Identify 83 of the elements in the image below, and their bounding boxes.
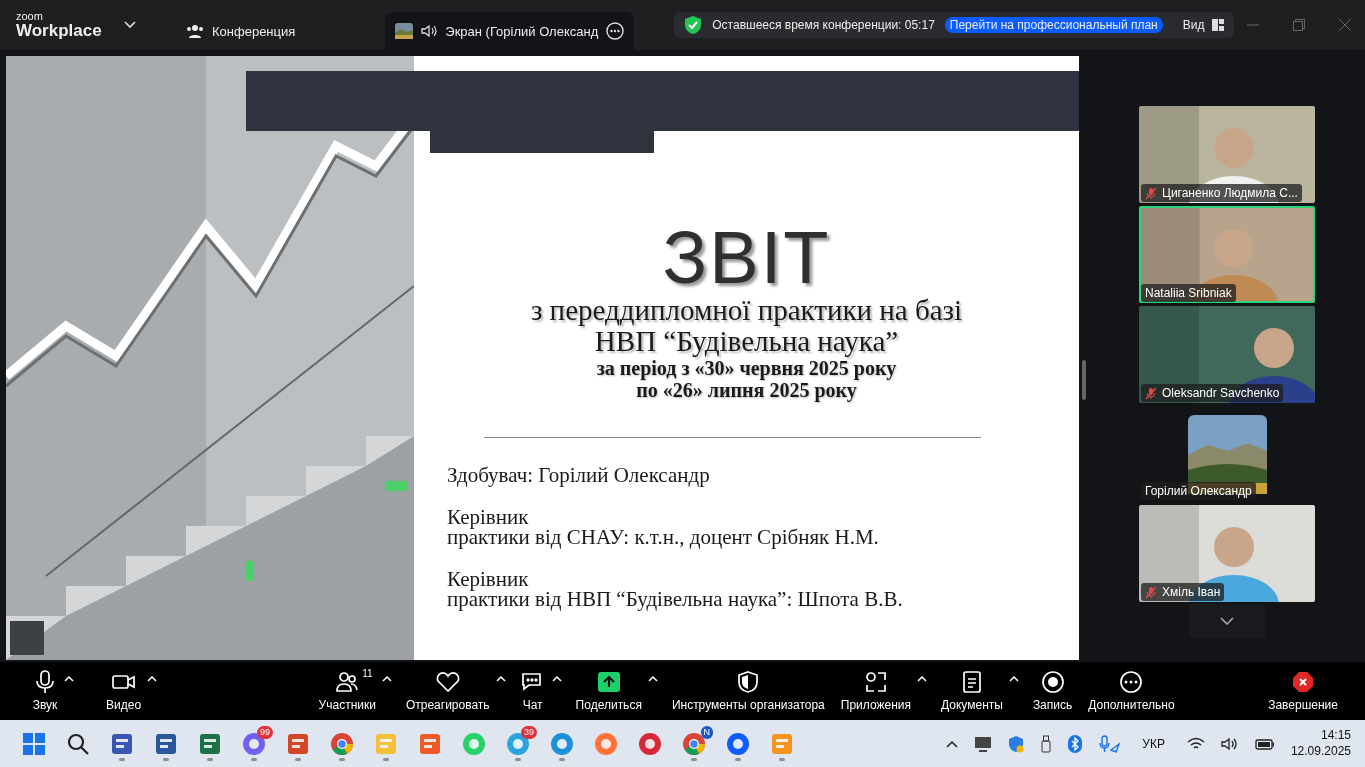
shield-check-icon bbox=[684, 15, 703, 35]
participant-count: 11 bbox=[362, 668, 373, 679]
participant-name: Oleksandr Savchenko bbox=[1162, 386, 1280, 400]
start-icon[interactable] bbox=[21, 731, 46, 756]
volume-icon[interactable] bbox=[1220, 736, 1239, 751]
zoom-logo: zoom Workplace bbox=[16, 11, 103, 39]
shield-icon[interactable] bbox=[1008, 734, 1025, 753]
chevron-down-icon bbox=[1220, 617, 1234, 625]
usb-icon[interactable] bbox=[1040, 734, 1053, 753]
caret-up-icon[interactable] bbox=[946, 739, 959, 748]
slide-subtitle: з переддипломної практики на базі bbox=[529, 295, 964, 326]
resize-handle[interactable] bbox=[1082, 360, 1086, 400]
app-icon[interactable] bbox=[285, 731, 310, 756]
caret-icon[interactable] bbox=[381, 676, 392, 682]
search-icon[interactable] bbox=[65, 731, 90, 756]
caret-icon[interactable] bbox=[495, 676, 506, 682]
slide-text: Керівник bbox=[447, 569, 530, 590]
notification-badge: 99 bbox=[257, 725, 273, 739]
toolbar-button[interactable]: Документы bbox=[939, 668, 1005, 714]
people-icon bbox=[186, 23, 204, 39]
people-icon bbox=[334, 670, 361, 694]
bluetooth-icon[interactable] bbox=[1068, 734, 1083, 753]
app-icon[interactable] bbox=[681, 731, 706, 756]
period-text: по «26» липня 2025 року bbox=[636, 379, 857, 402]
speaker-icon bbox=[421, 24, 438, 38]
more-icon[interactable] bbox=[606, 22, 625, 40]
toolbar-button[interactable]: 11 Участники bbox=[316, 668, 378, 714]
period-text: за період з «30» червня 2025 року bbox=[595, 357, 898, 380]
notification-badge: N bbox=[700, 725, 713, 739]
participant-name: Nataliia Sribniak bbox=[1145, 286, 1232, 300]
end-button[interactable]: Завершение bbox=[1266, 668, 1340, 714]
clock-time[interactable]: 14:15 bbox=[1320, 727, 1351, 744]
monitor-icon[interactable] bbox=[974, 735, 993, 752]
toolbar-button[interactable]: Приложения bbox=[838, 668, 913, 714]
layout-icon bbox=[1212, 19, 1225, 31]
view-button[interactable]: Вид bbox=[1182, 18, 1225, 32]
heart-icon bbox=[434, 670, 461, 694]
app-icon[interactable] bbox=[109, 731, 134, 756]
slide-title: ЗВІТ bbox=[661, 221, 832, 295]
upgrade-link[interactable]: Перейти на профессиональный план bbox=[944, 17, 1163, 33]
close-icon[interactable] bbox=[1339, 19, 1351, 31]
app-icon[interactable] bbox=[153, 731, 178, 756]
notification-badge: 39 bbox=[521, 725, 537, 739]
clock-date[interactable]: 12.09.2025 bbox=[1290, 743, 1351, 760]
caret-icon[interactable] bbox=[917, 676, 927, 682]
caret-icon[interactable] bbox=[647, 676, 658, 682]
toolbar-button[interactable]: Дополнительно bbox=[1086, 668, 1177, 714]
toolbar-button[interactable]: Видео bbox=[104, 668, 144, 714]
caret-icon[interactable] bbox=[1008, 676, 1019, 682]
meeting-tab[interactable]: Конференция bbox=[176, 12, 306, 50]
remaining-time-text: Оставшееся время конференции: 05:17 bbox=[712, 18, 935, 32]
toolbar-button[interactable]: Поделиться bbox=[573, 668, 644, 714]
slide-text: Здобувач: Горілий Олександр bbox=[447, 466, 711, 486]
record-icon bbox=[1039, 670, 1066, 694]
app-icon[interactable] bbox=[197, 731, 222, 756]
slide-subtitle: НВП “Будівельна наука” bbox=[594, 326, 900, 358]
restore-icon[interactable] bbox=[1293, 19, 1305, 31]
more-icon bbox=[1118, 670, 1145, 694]
toolbar-button[interactable]: Инструменты организатора bbox=[669, 668, 827, 714]
app-icon[interactable] bbox=[329, 731, 354, 756]
language-indicator[interactable]: УКР bbox=[1142, 736, 1165, 751]
app-icon[interactable] bbox=[725, 731, 750, 756]
slide-text: Керівник bbox=[447, 507, 530, 528]
toolbar-button[interactable]: Звук bbox=[30, 668, 60, 714]
wifi-icon[interactable] bbox=[1186, 736, 1205, 751]
participant-name: Горілий Олександр bbox=[1145, 484, 1252, 498]
toolbar-button[interactable]: Чат bbox=[517, 668, 548, 714]
caret-icon[interactable] bbox=[147, 676, 158, 682]
caret-icon[interactable] bbox=[64, 676, 74, 682]
toolbar-button[interactable]: Отреагировать bbox=[403, 668, 492, 714]
app-icon[interactable] bbox=[637, 731, 662, 756]
app-icon[interactable] bbox=[549, 731, 574, 756]
microphone-icon[interactable] bbox=[1098, 734, 1121, 753]
chevron-down-icon[interactable] bbox=[124, 21, 136, 29]
landscape-thumbnail-icon bbox=[395, 23, 414, 39]
share-icon bbox=[595, 670, 622, 694]
toolbar-button[interactable]: Запись bbox=[1030, 668, 1075, 714]
participant-name: Циганенко Людмила С... bbox=[1162, 186, 1298, 200]
battery-icon[interactable] bbox=[1254, 737, 1275, 750]
caret-icon[interactable] bbox=[551, 676, 562, 682]
app-icon[interactable] bbox=[417, 731, 442, 756]
meeting-tab[interactable]: Экран (Горілий Олександ bbox=[385, 12, 635, 50]
participant-name: Хміль Іван bbox=[1162, 585, 1221, 599]
